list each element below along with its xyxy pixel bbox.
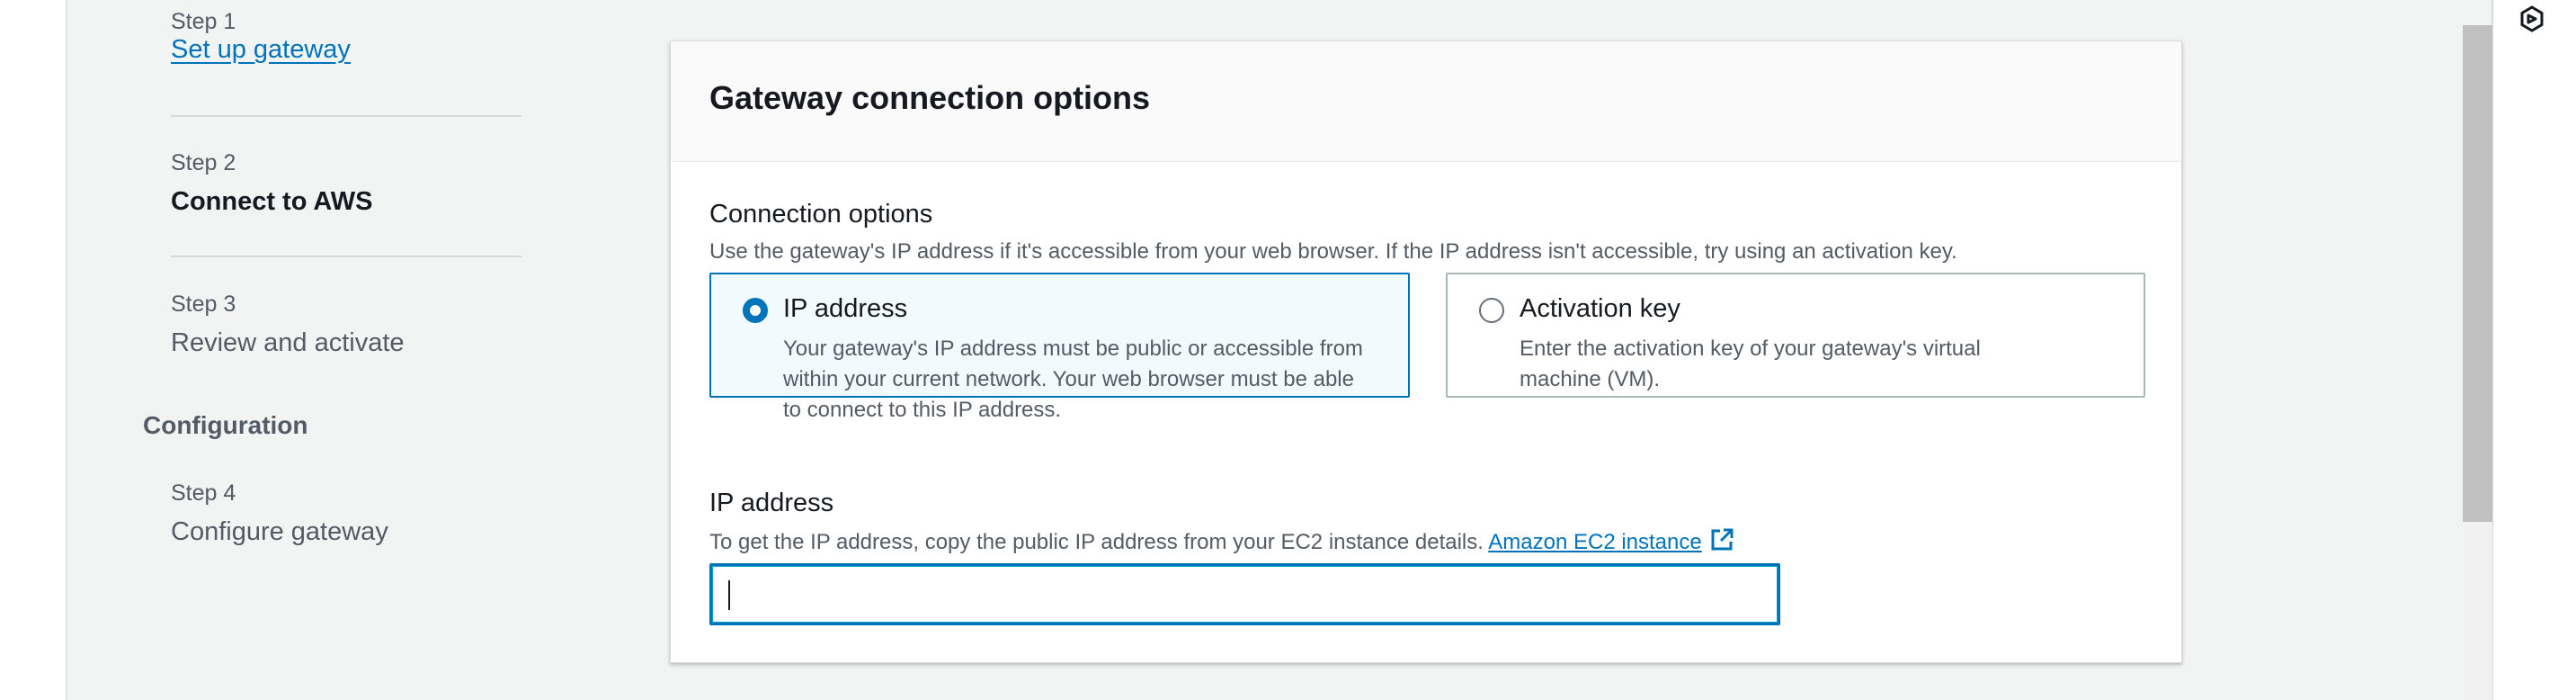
step-2: Step 2 Connect to AWS [171, 150, 372, 217]
ip-address-help-text: To get the IP address, copy the public I… [709, 530, 1484, 554]
text-caret [728, 580, 730, 610]
amazon-ec2-instance-link[interactable]: Amazon EC2 instance [1488, 528, 1734, 554]
step-title: Review and activate [171, 328, 405, 357]
link-text: Amazon EC2 instance [1488, 530, 1702, 554]
scrollbar-thumb[interactable] [2463, 25, 2492, 522]
radio-ip-address[interactable] [743, 298, 768, 323]
step-number: Step 4 [171, 480, 236, 506]
step-4: Step 4 Configure gateway [171, 480, 388, 547]
step-divider [171, 256, 521, 257]
connection-options-description: Use the gateway's IP address if it's acc… [709, 239, 1957, 264]
option-label: Activation key [1520, 294, 1680, 323]
option-description: Enter the activation key of your gateway… [1520, 337, 1981, 391]
radio-activation-key[interactable] [1479, 298, 1504, 323]
step-1: Step 1 Set up gateway [171, 9, 351, 65]
step-link-set-up-gateway[interactable]: Set up gateway [171, 35, 351, 64]
panel-header: Gateway connection options [671, 41, 2181, 162]
step-number: Step 3 [171, 292, 236, 317]
section-heading-configuration: Configuration [143, 411, 308, 439]
hexagon-logo-icon[interactable] [2518, 4, 2546, 33]
ip-address-description: To get the IP address, copy the public I… [709, 527, 1734, 555]
connection-options-label: Connection options [709, 200, 933, 229]
gateway-connection-panel: Gateway connection options Connection op… [670, 40, 2182, 663]
step-number: Step 1 [171, 9, 236, 34]
panel-title: Gateway connection options [709, 79, 1151, 116]
ip-address-input[interactable] [709, 563, 1780, 625]
step-number: Step 2 [171, 150, 236, 175]
option-tile-activation-key[interactable]: Activation key Enter the activation key … [1446, 273, 2145, 398]
content-left-border [66, 0, 67, 700]
step-title: Configure gateway [171, 517, 388, 546]
external-link-icon [1711, 528, 1734, 551]
step-title-current: Connect to AWS [171, 187, 373, 216]
option-description: Your gateway's IP address must be public… [783, 337, 1363, 422]
option-tile-ip-address[interactable]: IP address Your gateway's IP address mus… [709, 273, 1410, 422]
ip-address-label: IP address [709, 489, 834, 517]
option-label: IP address [783, 294, 908, 323]
step-divider [171, 115, 521, 117]
step-3: Step 3 Review and activate [171, 292, 405, 358]
app-window: Step 1 Set up gateway Step 2 Connect to … [0, 0, 2576, 700]
